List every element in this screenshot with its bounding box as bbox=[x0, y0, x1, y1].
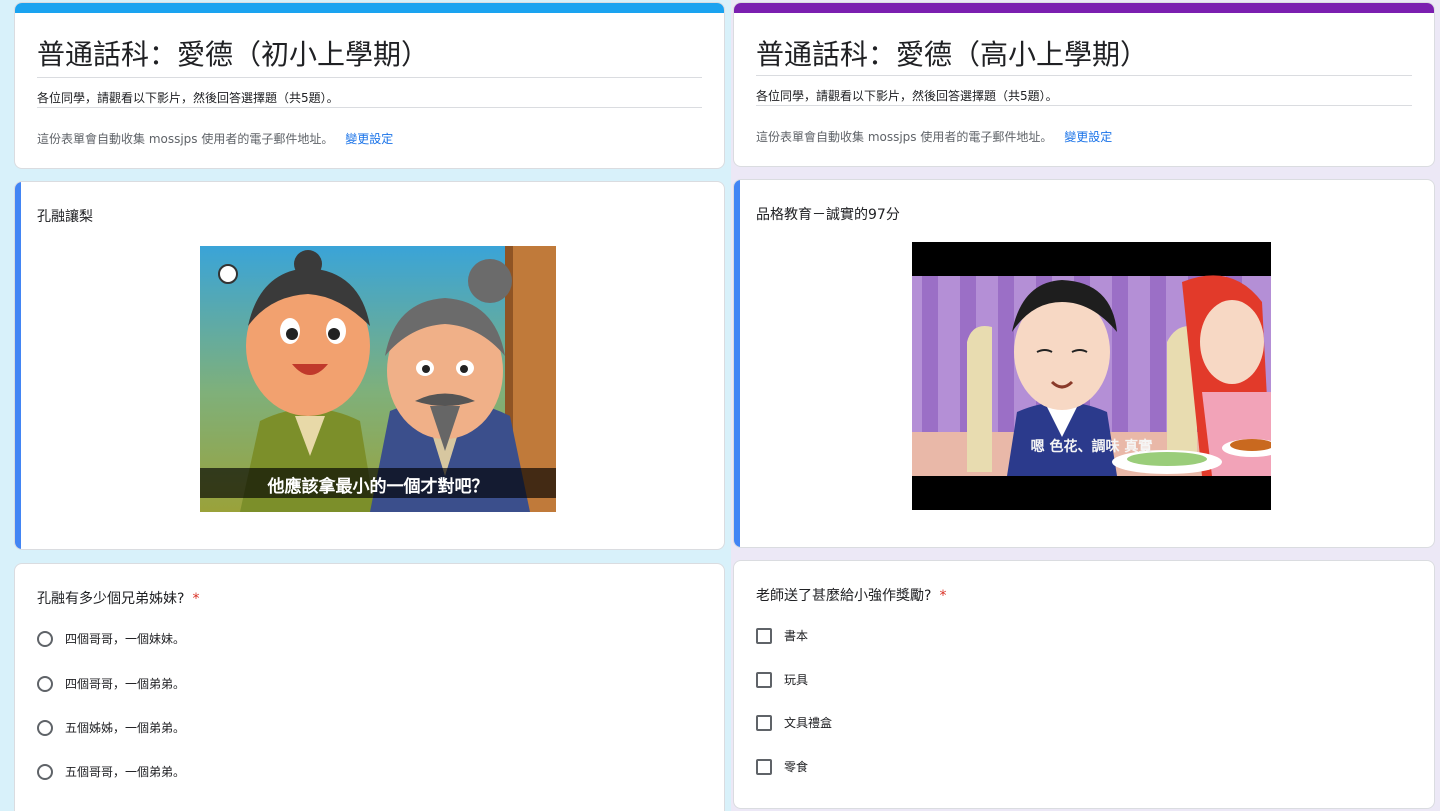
checkbox[interactable] bbox=[756, 758, 772, 775]
left-change-settings-link[interactable]: 變更設定 bbox=[345, 132, 393, 146]
right-option-2-label: 玩具 bbox=[784, 673, 809, 687]
left-form-title: 普通話科：愛德（初小上學期） bbox=[37, 38, 430, 71]
radio-button[interactable] bbox=[37, 630, 53, 647]
left-form-panel: 普通話科：愛德（初小上學期） 各位同學，請觀看以下影片，然後回答選擇題（共5題）… bbox=[0, 0, 731, 811]
right-option-4-label: 零食 bbox=[784, 760, 809, 774]
left-email-notice: 這份表單會自動收集 mossjps 使用者的電子郵件地址。 bbox=[37, 132, 334, 146]
left-option-3[interactable]: 五個姊姊，一個弟弟。 bbox=[37, 719, 185, 736]
right-section-title: 品格教育－誠實的97分 bbox=[756, 207, 900, 223]
left-option-2-label: 四個哥哥，一個弟弟。 bbox=[65, 677, 186, 691]
right-email-notice: 這份表單會自動收集 mossjps 使用者的電子郵件地址。 bbox=[756, 130, 1053, 144]
right-title-divider bbox=[756, 75, 1412, 76]
left-option-1[interactable]: 四個哥哥，一個妹妹。 bbox=[37, 630, 185, 647]
right-question-text: 老師送了甚麼給小強作獎勵? bbox=[756, 588, 932, 604]
left-video-section-card: 孔融讓梨 他應該拿最小的一個才對吧？ bbox=[14, 181, 725, 550]
left-option-4-label: 五個哥哥，一個弟弟。 bbox=[65, 765, 186, 779]
left-email-notice-row: 這份表單會自動收集 mossjps 使用者的電子郵件地址。 變更設定 bbox=[37, 130, 393, 147]
right-form-title: 普通話科：愛德（高小上學期） bbox=[756, 38, 1149, 71]
right-option-2[interactable]: 玩具 bbox=[756, 671, 808, 688]
left-accent-bar bbox=[15, 3, 724, 13]
right-accent-bar bbox=[734, 3, 1434, 13]
radio-button[interactable] bbox=[37, 763, 53, 780]
checkbox[interactable] bbox=[756, 714, 772, 731]
left-option-4[interactable]: 五個哥哥，一個弟弟。 bbox=[37, 763, 185, 780]
right-form-panel: 普通話科：愛德（高小上學期） 各位同學，請觀看以下影片，然後回答選擇題（共5題）… bbox=[731, 0, 1440, 811]
checkbox[interactable] bbox=[756, 627, 772, 644]
left-title-divider bbox=[37, 77, 702, 78]
left-header-card: 普通話科：愛德（初小上學期） 各位同學，請觀看以下影片，然後回答選擇題（共5題）… bbox=[14, 2, 725, 169]
left-required-mark: * bbox=[192, 591, 200, 607]
left-question-row: 孔融有多少個兄弟姊妹? * bbox=[37, 588, 199, 608]
right-video-cartoon-illustration bbox=[912, 242, 1271, 510]
right-desc-divider bbox=[756, 105, 1412, 106]
right-required-mark: * bbox=[939, 588, 947, 604]
left-section-title: 孔融讓梨 bbox=[37, 209, 93, 225]
left-video-thumbnail[interactable]: 他應該拿最小的一個才對吧？ bbox=[200, 246, 556, 512]
right-option-1[interactable]: 書本 bbox=[756, 627, 808, 644]
right-change-settings-link[interactable]: 變更設定 bbox=[1064, 130, 1112, 144]
checkbox[interactable] bbox=[756, 671, 772, 688]
radio-button[interactable] bbox=[37, 675, 53, 692]
radio-button[interactable] bbox=[37, 719, 53, 736]
right-question-row: 老師送了甚麼給小強作獎勵? * bbox=[756, 585, 946, 605]
left-desc-divider bbox=[37, 107, 702, 108]
right-video-thumbnail[interactable]: 嗯 色花、調味 真實 bbox=[912, 242, 1271, 510]
left-option-2[interactable]: 四個哥哥，一個弟弟。 bbox=[37, 675, 185, 692]
right-header-card: 普通話科：愛德（高小上學期） 各位同學，請觀看以下影片，然後回答選擇題（共5題）… bbox=[733, 2, 1435, 167]
right-video-subtitle: 嗯 色花、調味 真實 bbox=[1030, 439, 1153, 455]
right-question-card: 老師送了甚麼給小強作獎勵? * 書本 玩具 文具禮盒 零食 bbox=[733, 560, 1435, 809]
right-option-3-label: 文具禮盒 bbox=[784, 716, 833, 730]
left-question-text: 孔融有多少個兄弟姊妹? bbox=[37, 591, 185, 607]
right-option-3[interactable]: 文具禮盒 bbox=[756, 714, 832, 731]
right-option-1-label: 書本 bbox=[784, 629, 809, 643]
right-video-section-card: 品格教育－誠實的97分 嗯 色花、調味 真實 bbox=[733, 179, 1435, 548]
right-form-description: 各位同學，請觀看以下影片，然後回答選擇題（共5題）。 bbox=[756, 89, 1058, 103]
left-option-1-label: 四個哥哥，一個妹妹。 bbox=[65, 632, 186, 646]
right-email-notice-row: 這份表單會自動收集 mossjps 使用者的電子郵件地址。 變更設定 bbox=[756, 128, 1112, 145]
left-video-subtitle: 他應該拿最小的一個才對吧？ bbox=[267, 477, 489, 497]
right-option-4[interactable]: 零食 bbox=[756, 758, 808, 775]
left-question-card: 孔融有多少個兄弟姊妹? * 四個哥哥，一個妹妹。 四個哥哥，一個弟弟。 五個姊姊，… bbox=[14, 563, 725, 811]
left-form-description: 各位同學，請觀看以下影片，然後回答選擇題（共5題）。 bbox=[37, 91, 339, 105]
left-option-3-label: 五個姊姊，一個弟弟。 bbox=[65, 721, 186, 735]
